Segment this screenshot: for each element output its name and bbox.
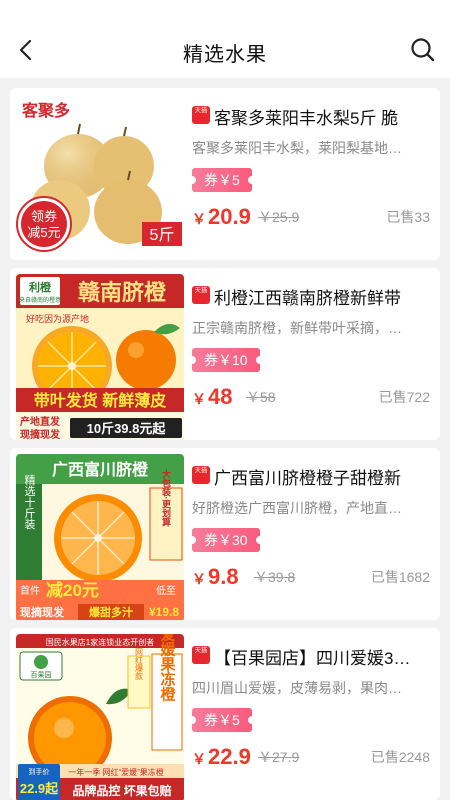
price-row: ￥9.8 ￥39.8 已售1682 xyxy=(192,560,430,590)
image-discount-text: 减20元 xyxy=(46,580,99,600)
original-price: ￥39.8 xyxy=(254,569,296,585)
tmall-badge-icon: 天猫 xyxy=(192,285,210,304)
product-title-row[interactable]: 天猫 【百果园店】四川爱媛3… xyxy=(192,644,430,668)
svg-text:好吃因为源产地: 好吃因为源产地 xyxy=(26,313,89,324)
sold-count: 已售33 xyxy=(386,209,430,225)
product-price: ￥22.9 xyxy=(192,744,251,769)
image-headline-text: 赣南脐橙 xyxy=(78,280,167,305)
product-info: 天猫 客聚多莱阳丰水梨5斤 脆 客聚多莱阳丰水梨，莱阳梨基地… 券￥5 ￥20.9… xyxy=(188,88,430,260)
search-button[interactable] xyxy=(410,37,436,63)
product-title[interactable]: 利橙江西赣南脐橙新鲜带 xyxy=(214,284,401,308)
coupon-badge[interactable]: 券￥10 xyxy=(188,348,264,372)
svg-text:现摘现发: 现摘现发 xyxy=(20,605,65,619)
image-brand-text: 客聚多 xyxy=(22,101,70,120)
product-description: 正宗赣南脐橙，新鲜带叶采摘，… xyxy=(192,320,402,336)
coupon-badge[interactable]: 券￥30 xyxy=(188,528,264,552)
product-title[interactable]: 【百果园店】四川爱媛3… xyxy=(214,644,410,668)
orange-product-image: 国民水果店1家连锁业态开创者 百果园 网红爆款 爱媛果冻橙 一年一季 网红“爱媛… xyxy=(16,634,184,800)
tmall-badge-icon: 天猫 xyxy=(192,645,210,664)
image-headline-text: 爱媛果冻橙 xyxy=(159,634,177,703)
search-icon xyxy=(411,38,435,62)
image-brand-text: 利橙 xyxy=(29,280,52,294)
svg-text:国民水果店1家连锁业态开创者: 国民水果店1家连锁业态开创者 xyxy=(46,637,154,647)
image-guarantee-text: 品牌品控 坏果包赔 xyxy=(72,783,171,798)
product-title-row[interactable]: 天猫 利橙江西赣南脐橙新鲜带 xyxy=(192,284,430,308)
image-weight-text: 5斤 xyxy=(150,226,175,244)
svg-text:来自赣南的橙意: 来自赣南的橙意 xyxy=(19,296,61,304)
product-card[interactable]: 广西富川脐橙 精选十斤装 大包装·更划算 首件 减20元 低至 现摘现发 爆甜多… xyxy=(10,448,440,620)
product-title[interactable]: 客聚多莱阳丰水梨5斤 脆 xyxy=(214,104,398,128)
product-price: ￥48 xyxy=(192,384,233,409)
product-description: 好脐橙选广西富川脐橙，产地直… xyxy=(192,500,402,516)
svg-text:大包装·更划算: 大包装·更划算 xyxy=(161,468,172,527)
sold-count: 已售2248 xyxy=(370,749,430,765)
svg-text:低至: 低至 xyxy=(156,584,176,597)
pear-product-image: 客聚多 领券 减5元 5斤 xyxy=(16,94,184,260)
original-price: ￥58 xyxy=(246,389,276,405)
svg-text:精选十斤装: 精选十斤装 xyxy=(23,474,36,530)
svg-text:爆甜多汁: 爆甜多汁 xyxy=(89,605,133,619)
svg-text:一年一季 网红“爱媛”果冻橙: 一年一季 网红“爱媛”果冻橙 xyxy=(68,767,164,777)
page-title: 精选水果 xyxy=(183,44,267,66)
image-promo-text: 减5元 xyxy=(27,225,60,240)
image-deal-text: 10斤39.8元起 xyxy=(87,421,167,436)
coupon-badge[interactable]: 券￥5 xyxy=(188,168,256,192)
svg-text:22.9起: 22.9起 xyxy=(20,781,59,796)
svg-text:首件: 首件 xyxy=(20,584,40,597)
product-title[interactable]: 广西富川脐橙橙子甜橙新 xyxy=(214,464,401,488)
image-headline-text: 广西富川脐橙 xyxy=(52,460,149,479)
coupon-badge[interactable]: 券￥5 xyxy=(188,708,256,732)
original-price: ￥27.9 xyxy=(258,749,300,765)
svg-text:到手价: 到手价 xyxy=(29,767,50,776)
product-image[interactable]: 国民水果店1家连锁业态开创者 百果园 网红爆款 爱媛果冻橙 一年一季 网红“爱媛… xyxy=(16,634,184,800)
svg-text:现摘现发: 现摘现发 xyxy=(20,428,61,440)
product-image[interactable]: 利橙 来自赣南的橙意 赣南脐橙 好吃因为源产地 带叶发货 新鲜薄皮 产地直发 现… xyxy=(16,274,184,440)
product-image[interactable]: 客聚多 领券 减5元 5斤 xyxy=(16,94,184,260)
sold-count: 已售722 xyxy=(378,389,430,405)
top-app-bar: 精选水果 xyxy=(0,0,450,78)
svg-text:产地直发: 产地直发 xyxy=(20,415,61,428)
product-description: 四川眉山爱媛，皮薄易剥，果肉… xyxy=(192,680,402,696)
orange-product-image: 利橙 来自赣南的橙意 赣南脐橙 好吃因为源产地 带叶发货 新鲜薄皮 产地直发 现… xyxy=(16,274,184,440)
product-price: ￥20.9 xyxy=(192,204,251,229)
orange-product-image: 广西富川脐橙 精选十斤装 大包装·更划算 首件 减20元 低至 现摘现发 爆甜多… xyxy=(16,454,184,620)
product-title-row[interactable]: 天猫 客聚多莱阳丰水梨5斤 脆 xyxy=(192,104,430,128)
price-row: ￥22.9 ￥27.9 已售2248 xyxy=(192,740,430,770)
svg-text:¥19.8: ¥19.8 xyxy=(149,605,179,619)
product-card[interactable]: 国民水果店1家连锁业态开创者 百果园 网红爆款 爱媛果冻橙 一年一季 网红“爱媛… xyxy=(10,628,440,800)
product-info: 天猫 广西富川脐橙橙子甜橙新 好脐橙选广西富川脐橙，产地直… 券￥30 ￥9.8 … xyxy=(188,448,430,620)
product-info: 天猫 【百果园店】四川爱媛3… 四川眉山爱媛，皮薄易剥，果肉… 券￥5 ￥22.9… xyxy=(188,628,430,800)
tmall-badge-icon: 天猫 xyxy=(192,465,210,484)
product-info: 天猫 利橙江西赣南脐橙新鲜带 正宗赣南脐橙，新鲜带叶采摘，… 券￥10 ￥48 ￥… xyxy=(188,268,430,440)
product-image[interactable]: 广西富川脐橙 精选十斤装 大包装·更划算 首件 减20元 低至 现摘现发 爆甜多… xyxy=(16,454,184,620)
product-card[interactable]: 客聚多 领券 减5元 5斤 天猫 客聚多莱阳丰水梨5斤 脆 客聚多莱阳丰水梨，莱… xyxy=(10,88,440,260)
product-price: ￥9.8 xyxy=(192,564,239,589)
tmall-badge-icon: 天猫 xyxy=(192,105,210,124)
image-promo-text: 领券 xyxy=(31,209,57,224)
product-title-row[interactable]: 天猫 广西富川脐橙橙子甜橙新 xyxy=(192,464,430,488)
price-row: ￥20.9 ￥25.9 已售33 xyxy=(192,200,430,230)
image-banner-text: 带叶发货 新鲜薄皮 xyxy=(34,391,166,410)
product-card[interactable]: 利橙 来自赣南的橙意 赣南脐橙 好吃因为源产地 带叶发货 新鲜薄皮 产地直发 现… xyxy=(10,268,440,440)
original-price: ￥25.9 xyxy=(258,209,300,225)
price-row: ￥48 ￥58 已售722 xyxy=(192,380,430,410)
svg-text:网红爆款: 网红爆款 xyxy=(135,648,144,681)
image-brand-text: 百果园 xyxy=(31,671,52,679)
sold-count: 已售1682 xyxy=(370,569,430,585)
product-description: 客聚多莱阳丰水梨，莱阳梨基地… xyxy=(192,140,402,156)
